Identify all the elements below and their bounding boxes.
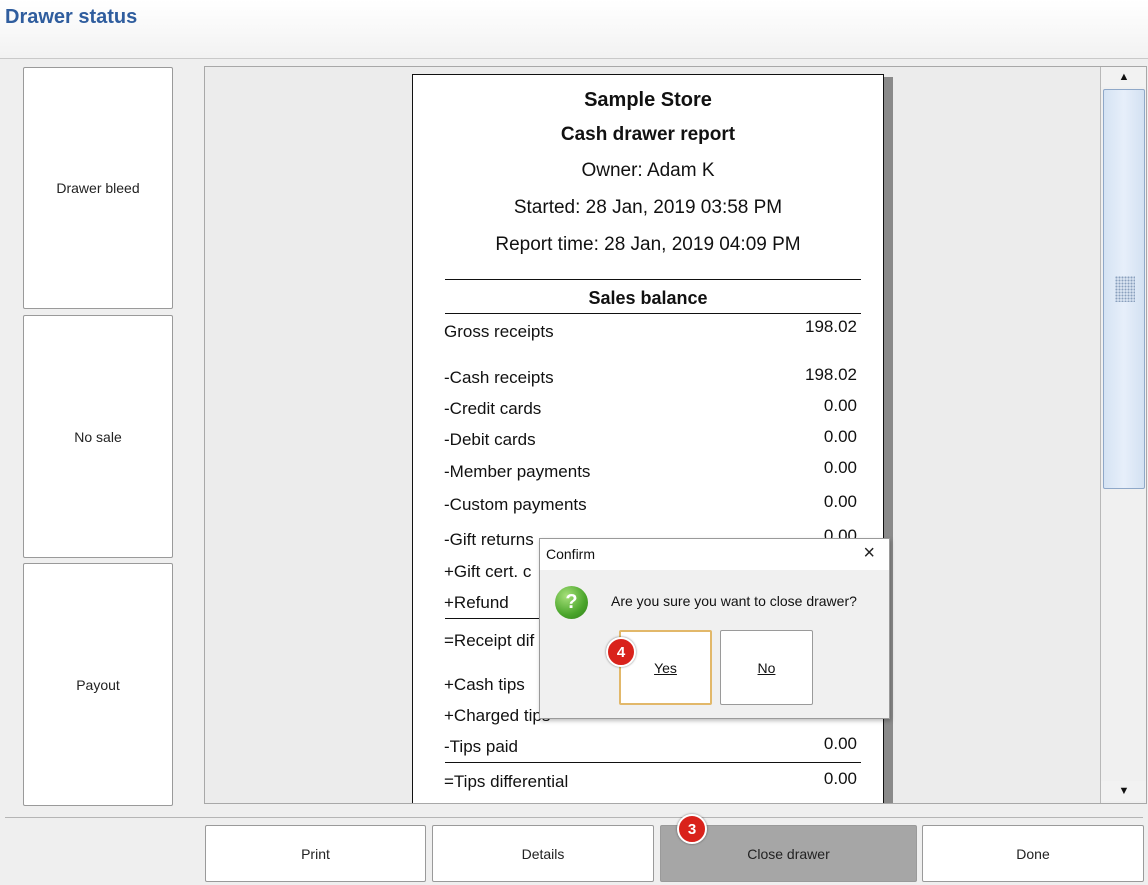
row-value: 0.00 xyxy=(823,396,857,415)
report-started: Started: 28 Jan, 2019 03:58 PM xyxy=(513,197,783,218)
row-value: 0.00 xyxy=(823,492,857,511)
divider xyxy=(445,313,861,314)
scrollbar-thumb[interactable] xyxy=(1103,89,1145,489)
row-label: -Member payments xyxy=(444,462,591,481)
row-label: +Refund xyxy=(444,593,509,612)
drawer-bleed-button[interactable]: Drawer bleed xyxy=(23,67,173,309)
store-name: Sample Store xyxy=(584,89,712,111)
confirm-dialog: Confirm × ? Are you sure you want to clo… xyxy=(539,538,890,719)
row-label: +Charged tips xyxy=(444,706,551,725)
page-title: Drawer status xyxy=(5,6,138,28)
payout-button[interactable]: Payout xyxy=(23,563,173,806)
dialog-titlebar: Confirm × xyxy=(540,539,889,570)
details-button[interactable]: Details xyxy=(432,825,654,882)
row-value: 198.02 xyxy=(805,365,857,384)
row-value: 198.02 xyxy=(805,317,857,336)
row-value: 0.00 xyxy=(823,769,857,788)
row-label: -Debit cards xyxy=(444,430,536,449)
section-title: Sales balance xyxy=(588,288,708,308)
row-label: -Credit cards xyxy=(444,399,542,418)
scroll-up-icon[interactable]: ▲ xyxy=(1101,67,1146,87)
row-label: -Gift returns xyxy=(444,530,534,549)
question-icon: ? xyxy=(555,586,588,619)
print-button[interactable]: Print xyxy=(205,825,426,882)
dialog-message: Are you sure you want to close drawer? xyxy=(611,593,857,609)
report-title: Cash drawer report xyxy=(560,124,736,145)
row-value: 0.00 xyxy=(823,734,857,753)
row-label: +Cash tips xyxy=(444,675,525,694)
divider xyxy=(5,817,1143,818)
grip-icon xyxy=(1115,276,1135,302)
report-owner: Owner: Adam K xyxy=(581,160,715,181)
done-button[interactable]: Done xyxy=(922,825,1144,882)
row-label: -Cash receipts xyxy=(444,368,554,387)
close-icon[interactable]: × xyxy=(863,542,875,565)
row-label: =Receipt dif xyxy=(444,631,535,650)
scroll-down-icon[interactable]: ▼ xyxy=(1101,781,1146,801)
step-3-badge: 3 xyxy=(677,814,707,844)
row-label: =Tips differential xyxy=(444,772,569,791)
row-label: +Gift cert. c xyxy=(444,562,532,581)
vertical-scrollbar[interactable]: ▲ ▼ xyxy=(1100,67,1146,803)
step-4-badge: 4 xyxy=(606,637,636,667)
row-value: 0.00 xyxy=(823,458,857,477)
report-time: Report time: 28 Jan, 2019 04:09 PM xyxy=(495,234,801,255)
divider xyxy=(445,762,861,763)
row-value: 0.00 xyxy=(823,427,857,446)
row-label: Gross receipts xyxy=(444,322,554,341)
dialog-title: Confirm xyxy=(546,546,596,562)
no-sale-button[interactable]: No sale xyxy=(23,315,173,558)
header-bar: Drawer status xyxy=(0,0,1148,59)
no-button[interactable]: No xyxy=(720,630,813,705)
row-label: -Tips paid xyxy=(444,737,519,756)
row-label: -Custom payments xyxy=(444,495,587,514)
divider xyxy=(445,279,861,280)
yes-button[interactable]: Yes xyxy=(619,630,712,705)
